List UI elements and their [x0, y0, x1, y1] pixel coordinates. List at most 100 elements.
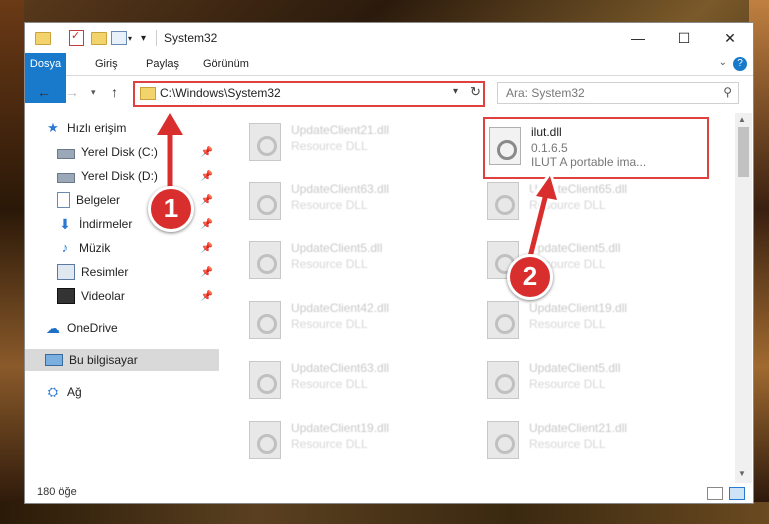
new-folder-icon[interactable] [91, 30, 107, 46]
sidebar-item-music[interactable]: ♪ Müzik 📌 [25, 237, 219, 259]
list-item[interactable]: UpdateClient65.dll Resource DLL [459, 176, 695, 226]
large-icons-view-icon[interactable] [729, 487, 745, 500]
sidebar-item-videos[interactable]: Videolar 📌 [25, 285, 219, 307]
tab-home[interactable]: Giriş [87, 53, 126, 75]
sidebar-item-label: OneDrive [67, 321, 118, 335]
folder-icon [140, 87, 156, 100]
downloads-icon: ⬇ [59, 216, 71, 232]
ribbon-tabs: Dosya Giriş Paylaş Görünüm ⌄ ? [25, 53, 753, 103]
forward-arrow-icon[interactable]: → [65, 84, 79, 100]
pictures-icon [57, 264, 75, 280]
file-name: UpdateClient5.dll [291, 241, 383, 255]
vertical-scrollbar[interactable]: ▲ ▼ [735, 113, 752, 483]
pin-icon[interactable]: 📌 [201, 195, 213, 206]
file-name: UpdateClient5.dll [529, 361, 621, 375]
dll-file-icon [489, 127, 521, 165]
sidebar-item-label: Ağ [67, 385, 82, 399]
list-item[interactable]: UpdateClient19.dll Resource DLL [459, 295, 695, 345]
file-name: UpdateClient63.dll [291, 361, 390, 375]
title-bar: ▾ ▾ System32 — ☐ ✕ [25, 23, 753, 53]
pin-icon[interactable]: 📌 [201, 147, 213, 158]
properties-icon[interactable]: ▾ [111, 30, 132, 46]
close-button[interactable]: ✕ [707, 23, 753, 53]
maximize-button[interactable]: ☐ [661, 23, 707, 53]
expand-ribbon-icon[interactable]: ⌄ [719, 57, 727, 68]
tab-view[interactable]: Görünüm [195, 53, 257, 75]
scrollbar-thumb[interactable] [738, 127, 749, 177]
status-bar: 180 öğe [25, 483, 753, 503]
videos-icon [57, 288, 75, 304]
sidebar-item-label: Bu bilgisayar [69, 353, 138, 367]
file-version: 0.1.6.5 [531, 141, 568, 155]
list-item[interactable]: UpdateClient63.dll Resource DLL [221, 176, 457, 226]
list-item[interactable]: UpdateClient42.dll Resource DLL [221, 295, 457, 345]
sidebar-item-pictures[interactable]: Resimler 📌 [25, 261, 219, 283]
list-item[interactable]: UpdateClient21.dll Resource DLL [459, 415, 695, 465]
tab-share[interactable]: Paylaş [138, 53, 187, 75]
minimize-button[interactable]: — [615, 23, 661, 53]
dll-file-icon [487, 301, 519, 339]
list-item[interactable]: UpdateClient21.dll Resource DLL [221, 117, 457, 167]
refresh-icon[interactable]: ↻ [470, 84, 481, 100]
sidebar-item-label: Videolar [81, 289, 125, 303]
file-type: Resource DLL [291, 437, 368, 451]
music-icon: ♪ [61, 240, 69, 255]
search-placeholder: Ara: System32 [506, 86, 585, 100]
sidebar-item-onedrive[interactable]: ☁ OneDrive [25, 317, 219, 339]
up-arrow-icon[interactable]: ↑ [111, 84, 118, 100]
scroll-down-icon[interactable]: ▼ [738, 469, 746, 478]
list-item[interactable]: UpdateClient5.dll Resource DLL [459, 235, 695, 285]
back-arrow-icon[interactable]: ← [37, 84, 51, 100]
sidebar-item-network[interactable]: ⛭ Ağ [25, 381, 219, 403]
search-input[interactable]: Ara: System32 ⚲ [497, 82, 739, 104]
pin-icon[interactable]: 📌 [201, 291, 213, 302]
list-item[interactable]: UpdateClient19.dll Resource DLL [221, 415, 457, 465]
file-type: Resource DLL [291, 377, 368, 391]
desktop-background-bottom [0, 502, 769, 524]
properties-check-icon[interactable] [69, 29, 84, 46]
file-name: UpdateClient21.dll [529, 421, 628, 435]
file-name: UpdateClient42.dll [291, 301, 390, 315]
sidebar-item-label: İndirmeler [79, 217, 133, 231]
file-name: ilut.dll [531, 125, 562, 139]
list-item[interactable]: UpdateClient5.dll Resource DLL [221, 235, 457, 285]
pin-icon[interactable]: 📌 [201, 171, 213, 182]
desktop-background-left [0, 0, 24, 524]
network-icon: ⛭ [47, 384, 59, 399]
scroll-up-icon[interactable]: ▲ [738, 115, 746, 124]
customize-toolbar-icon[interactable]: ▾ [141, 30, 146, 46]
file-name: UpdateClient19.dll [529, 301, 628, 315]
star-icon: ★ [47, 120, 59, 135]
pin-icon[interactable]: 📌 [201, 267, 213, 278]
pin-icon[interactable]: 📌 [201, 243, 213, 254]
list-item[interactable]: UpdateClient63.dll Resource DLL [221, 355, 457, 405]
search-icon[interactable]: ⚲ [723, 85, 732, 99]
dll-file-icon [249, 241, 281, 279]
sidebar-item-label: Müzik [79, 241, 111, 255]
details-view-icon[interactable] [707, 487, 723, 500]
address-dropdown-icon[interactable]: ▾ [453, 86, 458, 97]
file-name: UpdateClient63.dll [291, 182, 390, 196]
pin-icon[interactable]: 📌 [201, 219, 213, 230]
cloud-icon: ☁ [46, 320, 60, 336]
address-path: C:\Windows\System32 [160, 86, 281, 100]
file-type: Resource DLL [529, 437, 606, 451]
file-name: UpdateClient21.dll [291, 123, 390, 137]
sidebar-item-label: Belgeler [76, 193, 121, 207]
dll-file-icon [249, 182, 281, 220]
window-title: System32 [164, 31, 218, 45]
file-type: Resource DLL [529, 377, 606, 391]
step1-marker: 1 [148, 186, 194, 232]
file-name: UpdateClient19.dll [291, 421, 390, 435]
file-type: Resource DLL [291, 139, 368, 153]
step2-marker: 2 [507, 254, 553, 300]
item-count: 180 öğe [37, 486, 77, 498]
list-item[interactable]: UpdateClient5.dll Resource DLL [459, 355, 695, 405]
file-type: Resource DLL [291, 317, 368, 331]
disk-icon [57, 148, 75, 159]
title-separator [156, 30, 157, 46]
sidebar-item-this-pc[interactable]: Bu bilgisayar [25, 349, 219, 371]
dll-file-icon [249, 361, 281, 399]
help-icon[interactable]: ? [733, 57, 747, 71]
recent-locations-icon[interactable]: ▾ [91, 87, 96, 98]
